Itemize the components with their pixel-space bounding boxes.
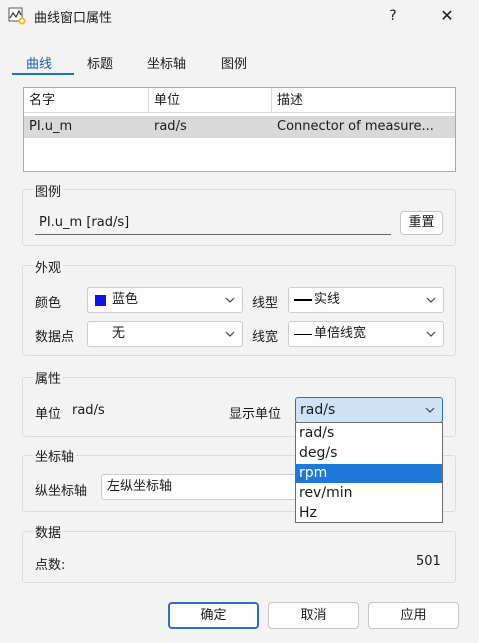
display-unit-label: 显示单位 bbox=[229, 407, 282, 422]
title-bar: 曲线窗口属性 ? ✕ bbox=[0, 0, 479, 32]
cell-description: Connector of measure... bbox=[277, 119, 434, 134]
points-value: 501 bbox=[416, 554, 441, 569]
column-header-description[interactable]: 描述 bbox=[272, 88, 455, 113]
window-title: 曲线窗口属性 bbox=[34, 11, 113, 26]
color-value: 蓝色 bbox=[112, 292, 139, 307]
tab-curves[interactable]: 曲线 bbox=[26, 53, 52, 72]
option-rad-s[interactable]: rad/s bbox=[296, 424, 442, 443]
color-select[interactable]: 蓝色 bbox=[87, 287, 243, 313]
option-rpm[interactable]: rpm bbox=[296, 464, 442, 483]
cell-name: PI.u_m bbox=[29, 119, 73, 134]
points-label: 点数: bbox=[35, 558, 66, 573]
option-hz[interactable]: Hz bbox=[296, 504, 442, 523]
column-header-unit[interactable]: 单位 bbox=[149, 88, 272, 113]
reset-button[interactable]: 重置 bbox=[400, 211, 443, 235]
vertical-axis-value: 左纵坐标轴 bbox=[107, 479, 173, 494]
tab-axes[interactable]: 坐标轴 bbox=[147, 53, 186, 72]
thin-line-icon bbox=[294, 334, 312, 335]
chevron-down-icon bbox=[425, 407, 435, 413]
vertical-axis-label: 纵坐标轴 bbox=[35, 484, 88, 499]
color-swatch bbox=[95, 295, 106, 306]
chevron-down-icon bbox=[426, 331, 436, 337]
chevron-down-icon bbox=[225, 331, 235, 337]
chevron-down-icon bbox=[426, 297, 436, 303]
cell-unit: rad/s bbox=[154, 119, 187, 134]
table-row[interactable]: PI.u_m rad/s Connector of measure... bbox=[24, 116, 455, 138]
unit-label: 单位 bbox=[35, 407, 62, 422]
vertical-axis-select[interactable]: 左纵坐标轴 bbox=[101, 474, 297, 500]
datapoints-select[interactable]: 无 bbox=[87, 321, 243, 347]
option-deg-s[interactable]: deg/s bbox=[296, 444, 442, 463]
linetype-select[interactable]: 实线 bbox=[288, 287, 444, 313]
display-unit-dropdown[interactable]: rad/s deg/s rpm rev/min Hz bbox=[295, 422, 443, 523]
chart-window-icon bbox=[8, 7, 26, 25]
linetype-value: 实线 bbox=[314, 292, 341, 307]
datapoints-value: 无 bbox=[112, 326, 126, 341]
linewidth-label: 线宽 bbox=[252, 330, 279, 345]
legend-group-title: 图例 bbox=[33, 181, 64, 200]
display-unit-value: rad/s bbox=[300, 402, 336, 418]
tab-title[interactable]: 标题 bbox=[87, 53, 113, 72]
appearance-group-title: 外观 bbox=[33, 257, 64, 276]
linewidth-select[interactable]: 单倍线宽 bbox=[288, 321, 444, 347]
cancel-button[interactable]: 取消 bbox=[268, 602, 359, 629]
curve-list-header: 名字 单位 描述 bbox=[24, 88, 455, 113]
unit-value: rad/s bbox=[72, 403, 105, 418]
linetype-label: 线型 bbox=[252, 296, 279, 311]
properties-group-title: 属性 bbox=[33, 368, 64, 387]
curve-list[interactable]: 名字 单位 描述 PI.u_m rad/s Connector of measu… bbox=[23, 87, 456, 172]
column-header-name[interactable]: 名字 bbox=[24, 88, 149, 113]
solid-line-icon bbox=[294, 299, 312, 301]
linewidth-value: 单倍线宽 bbox=[314, 326, 367, 341]
axis-group-title: 坐标轴 bbox=[33, 446, 77, 465]
close-button[interactable]: ✕ bbox=[432, 3, 462, 29]
option-rev-min[interactable]: rev/min bbox=[296, 484, 442, 503]
data-group-title: 数据 bbox=[33, 522, 64, 541]
color-label: 颜色 bbox=[35, 296, 62, 311]
datapoints-label: 数据点 bbox=[35, 330, 75, 345]
tab-legend[interactable]: 图例 bbox=[221, 53, 247, 72]
active-tab-indicator bbox=[12, 73, 74, 75]
apply-button[interactable]: 应用 bbox=[368, 602, 459, 629]
chevron-down-icon bbox=[225, 297, 235, 303]
ok-button[interactable]: 确定 bbox=[168, 602, 259, 629]
legend-text-field[interactable]: PI.u_m [rad/s] bbox=[35, 211, 391, 235]
help-button[interactable]: ? bbox=[378, 3, 408, 29]
data-group bbox=[22, 531, 456, 583]
display-unit-select[interactable]: rad/s bbox=[295, 397, 443, 423]
